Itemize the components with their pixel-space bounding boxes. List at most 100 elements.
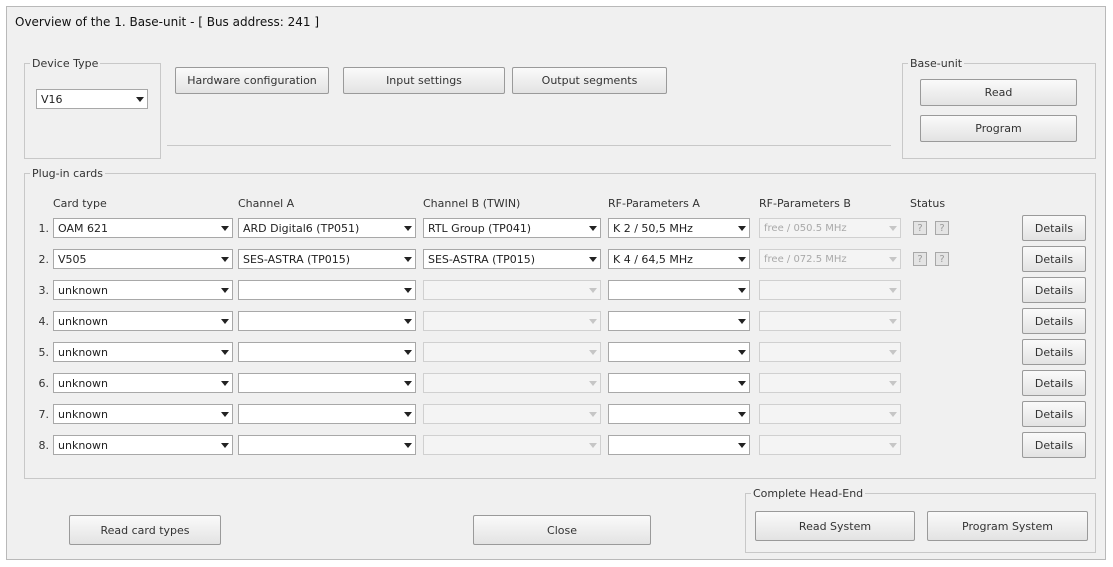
rf-parameters-a-select[interactable] — [608, 373, 750, 393]
card-type-select[interactable]: unknown — [53, 373, 233, 393]
chevron-down-icon — [217, 281, 232, 299]
row-number: 2. — [38, 253, 50, 266]
rf-parameters-a-select[interactable] — [608, 311, 750, 331]
close-button[interactable]: Close — [473, 515, 651, 545]
chevron-down-icon — [885, 374, 900, 392]
chevron-down-icon — [734, 312, 749, 330]
program-system-button[interactable]: Program System — [927, 511, 1088, 541]
window-title: Overview of the 1. Base-unit - [ Bus add… — [15, 15, 320, 29]
channel-b-select[interactable]: RTL Group (TP041) — [423, 218, 601, 238]
details-button[interactable]: Details — [1022, 277, 1086, 303]
chevron-down-icon — [734, 436, 749, 454]
col-rf-parameters-a: RF-Parameters A — [608, 197, 700, 210]
rf-parameters-a-select[interactable] — [608, 342, 750, 362]
rf-parameters-b-select: free / 072.5 MHz — [759, 249, 901, 269]
channel-a-select[interactable] — [238, 342, 416, 362]
details-button[interactable]: Details — [1022, 215, 1086, 241]
chevron-down-icon — [400, 436, 415, 454]
col-rf-parameters-b: RF-Parameters B — [759, 197, 851, 210]
chevron-down-icon — [400, 250, 415, 268]
row-number: 6. — [38, 377, 50, 390]
details-button[interactable]: Details — [1022, 339, 1086, 365]
rf-parameters-a-select[interactable]: K 4 / 64,5 MHz — [608, 249, 750, 269]
channel-b-value: RTL Group (TP041) — [428, 221, 532, 235]
card-type-select[interactable]: unknown — [53, 435, 233, 455]
card-type-value: unknown — [58, 376, 108, 390]
details-button[interactable]: Details — [1022, 432, 1086, 458]
card-type-select[interactable]: V505 — [53, 249, 233, 269]
chevron-down-icon — [400, 343, 415, 361]
base-unit-read-button[interactable]: Read — [920, 79, 1077, 106]
base-unit-program-button[interactable]: Program — [920, 115, 1077, 142]
channel-a-select[interactable]: SES-ASTRA (TP015) — [238, 249, 416, 269]
channel-a-select[interactable] — [238, 435, 416, 455]
rf-parameters-b-select — [759, 373, 901, 393]
row-number: 5. — [38, 346, 50, 359]
tab-panel-divider — [167, 145, 891, 146]
status-unknown-icon: ? — [935, 252, 949, 266]
card-type-value: unknown — [58, 345, 108, 359]
tab-output-segments[interactable]: Output segments — [512, 67, 667, 94]
card-type-value: OAM 621 — [58, 221, 108, 235]
card-type-select[interactable]: unknown — [53, 311, 233, 331]
chevron-down-icon — [217, 312, 232, 330]
row-number: 3. — [38, 284, 50, 297]
col-channel-b: Channel B (TWIN) — [423, 197, 521, 210]
card-type-value: unknown — [58, 438, 108, 452]
base-unit-group: Base-unit — [902, 57, 1096, 159]
chevron-down-icon — [885, 312, 900, 330]
chevron-down-icon — [585, 312, 600, 330]
rf-parameters-a-value: K 2 / 50,5 MHz — [613, 221, 693, 235]
device-type-value: V16 — [41, 92, 63, 106]
rf-parameters-b-select — [759, 435, 901, 455]
channel-a-value: ARD Digital6 (TP051) — [243, 221, 360, 235]
channel-b-select[interactable]: SES-ASTRA (TP015) — [423, 249, 601, 269]
details-button[interactable]: Details — [1022, 246, 1086, 272]
chevron-down-icon — [585, 405, 600, 423]
chevron-down-icon — [217, 436, 232, 454]
rf-parameters-b-select — [759, 404, 901, 424]
read-card-types-button[interactable]: Read card types — [69, 515, 221, 545]
chevron-down-icon — [734, 405, 749, 423]
chevron-down-icon — [885, 436, 900, 454]
channel-a-select[interactable] — [238, 280, 416, 300]
channel-a-select[interactable] — [238, 404, 416, 424]
channel-a-select[interactable] — [238, 373, 416, 393]
card-type-select[interactable]: unknown — [53, 280, 233, 300]
rf-parameters-a-select[interactable] — [608, 280, 750, 300]
plugin-cards-legend: Plug-in cards — [32, 167, 103, 180]
col-card-type: Card type — [53, 197, 107, 210]
chevron-down-icon — [585, 250, 600, 268]
chevron-down-icon — [585, 343, 600, 361]
chevron-down-icon — [885, 219, 900, 237]
details-button[interactable]: Details — [1022, 401, 1086, 427]
card-type-value: unknown — [58, 283, 108, 297]
chevron-down-icon — [400, 405, 415, 423]
card-type-value: unknown — [58, 314, 108, 328]
channel-b-select — [423, 435, 601, 455]
device-type-select[interactable]: V16 — [36, 89, 148, 109]
channel-b-select — [423, 373, 601, 393]
rf-parameters-a-select[interactable] — [608, 404, 750, 424]
chevron-down-icon — [400, 312, 415, 330]
rf-parameters-a-select[interactable] — [608, 435, 750, 455]
tab-hardware-configuration[interactable]: Hardware configuration — [175, 67, 329, 94]
rf-parameters-a-select[interactable]: K 2 / 50,5 MHz — [608, 218, 750, 238]
chevron-down-icon — [885, 250, 900, 268]
card-type-value: unknown — [58, 407, 108, 421]
channel-a-select[interactable] — [238, 311, 416, 331]
tab-input-settings[interactable]: Input settings — [343, 67, 505, 94]
card-type-select[interactable]: unknown — [53, 342, 233, 362]
card-type-select[interactable]: unknown — [53, 404, 233, 424]
chevron-down-icon — [217, 219, 232, 237]
read-system-button[interactable]: Read System — [755, 511, 915, 541]
channel-a-select[interactable]: ARD Digital6 (TP051) — [238, 218, 416, 238]
chevron-down-icon — [885, 343, 900, 361]
details-button[interactable]: Details — [1022, 370, 1086, 396]
base-unit-legend: Base-unit — [910, 57, 963, 70]
card-type-select[interactable]: OAM 621 — [53, 218, 233, 238]
chevron-down-icon — [217, 374, 232, 392]
chevron-down-icon — [734, 219, 749, 237]
channel-b-select — [423, 404, 601, 424]
details-button[interactable]: Details — [1022, 308, 1086, 334]
